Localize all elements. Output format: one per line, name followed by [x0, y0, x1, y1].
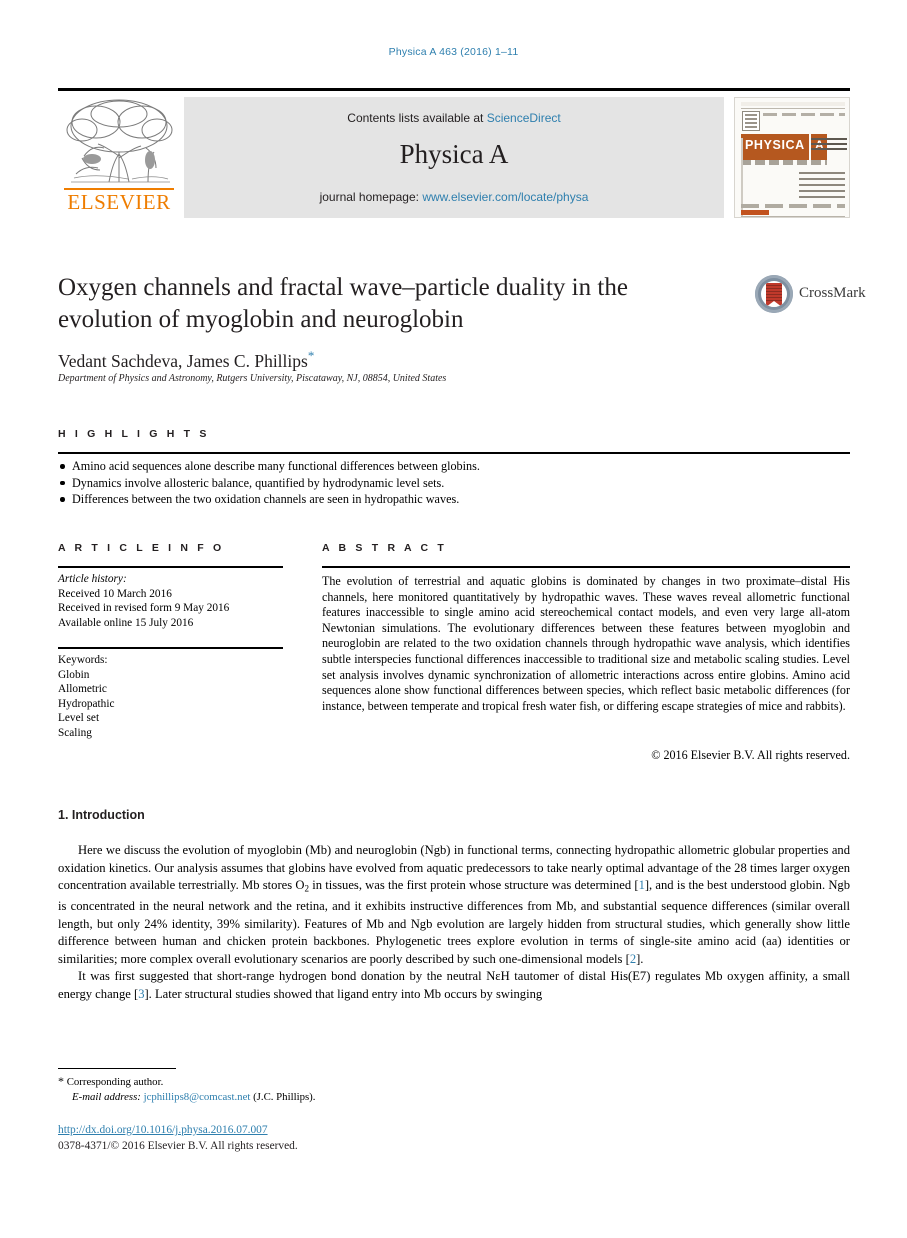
article-info-rule [58, 566, 283, 568]
footnote-rule [58, 1068, 176, 1070]
highlights-list: Amino acid sequences alone describe many… [58, 458, 758, 508]
history-revised: Received in revised form 9 May 2016 [58, 602, 230, 615]
keywords-block: Keywords: Globin Allometric Hydropathic … [58, 653, 293, 741]
authors-text: Vedant Sachdeva, James C. Phillips [58, 350, 308, 371]
paper-page: Physica A 463 (2016) 1–11 ELSEVIER Conte… [0, 0, 907, 1238]
keyword-item: Scaling [58, 726, 92, 739]
abstract-heading: A B S T R A C T [322, 542, 447, 554]
history-online: Available online 15 July 2016 [58, 616, 194, 629]
cover-elsevier-mini-icon [742, 111, 760, 131]
footnote-block: * Corresponding author. E-mail address: … [58, 1074, 578, 1105]
homepage-line: journal homepage: www.elsevier.com/locat… [184, 190, 724, 204]
cover-subtitle-lines [811, 138, 847, 150]
highlights-heading: H I G H L I G H T S [58, 428, 210, 440]
crossmark-circle-icon [755, 275, 793, 313]
cover-banner-underline [741, 160, 827, 165]
email-line: E-mail address: jcphillips8@comcast.net … [58, 1090, 578, 1105]
author-list: Vedant Sachdeva, James C. Phillips* [58, 348, 718, 372]
section-heading-introduction: 1. Introduction [58, 808, 145, 822]
list-item: Dynamics involve allosteric balance, qua… [58, 475, 758, 492]
cover-top-strip [741, 102, 845, 106]
doi-link[interactable]: http://dx.doi.org/10.1016/j.physa.2016.0… [58, 1124, 268, 1136]
article-info-heading: A R T I C L E I N F O [58, 542, 225, 554]
cover-title-text: PHYSICA [745, 138, 805, 152]
crossmark-notch [766, 301, 782, 307]
email-link[interactable]: jcphillips8@comcast.net [144, 1091, 251, 1103]
para1-part-b: in tissues, was the first protein whose … [308, 878, 639, 893]
email-label: E-mail address: [72, 1091, 141, 1103]
keyword-item: Allometric [58, 683, 107, 696]
abstract-text: The evolution of terrestrial and aquatic… [322, 574, 850, 713]
abstract-rule [322, 566, 850, 568]
cover-footer-lines [741, 204, 845, 208]
masthead-top-rule [58, 88, 850, 91]
para1-part-d: ]. [636, 951, 644, 966]
article-history: Article history: Received 10 March 2016 … [58, 572, 293, 630]
history-received: Received 10 March 2016 [58, 587, 172, 600]
crossmark-label: CrossMark [799, 285, 866, 301]
article-history-label: Article history: [58, 573, 127, 585]
cover-header-text [763, 113, 845, 116]
elsevier-wordmark: ELSEVIER [67, 190, 171, 214]
list-item: Differences between the two oxidation ch… [58, 491, 758, 508]
journal-homepage-link[interactable]: www.elsevier.com/locate/physa [422, 190, 588, 204]
introduction-body: Here we discuss the evolution of myoglob… [58, 842, 850, 1004]
running-head: Physica A 463 (2016) 1–11 [388, 46, 519, 58]
keyword-item: Hydropathic [58, 697, 115, 710]
highlights-rule [58, 452, 850, 454]
cover-title-banner: PHYSICA [741, 134, 809, 160]
homepage-prefix: journal homepage: [319, 190, 423, 204]
crossmark-book-icon [766, 283, 782, 301]
affiliation: Department of Physics and Astronomy, Rut… [58, 373, 447, 384]
paragraph: Here we discuss the evolution of myoglob… [58, 842, 850, 968]
para2-part-b: ]. Later structural studies showed that … [144, 987, 543, 1002]
keyword-item: Level set [58, 712, 100, 725]
contents-prefix: Contents lists available at [347, 111, 487, 125]
journal-cover-thumbnail[interactable]: PHYSICA A [734, 97, 850, 218]
corresponding-author-line: * Corresponding author. [58, 1074, 578, 1090]
cover-elsevier-footer-mark [741, 210, 769, 215]
abstract-copyright: © 2016 Elsevier B.V. All rights reserved… [651, 748, 850, 762]
cover-top-rule [741, 108, 845, 109]
keywords-rule [58, 647, 283, 649]
footnote-marker: * [58, 1074, 64, 1088]
crossmark-badge[interactable]: CrossMark [755, 275, 866, 315]
corresponding-author-text: Corresponding author. [66, 1076, 164, 1088]
contents-line: Contents lists available at ScienceDirec… [184, 111, 724, 125]
paragraph: It was first suggested that short-range … [58, 968, 850, 1003]
cover-footer-rule [741, 216, 845, 217]
page-title: Oxygen channels and fractal wave–particl… [58, 274, 628, 333]
list-item: Amino acid sequences alone describe many… [58, 458, 758, 475]
issn-copyright-line: 0378-4371/© 2016 Elsevier B.V. All right… [58, 1140, 298, 1152]
masthead-band: Contents lists available at ScienceDirec… [184, 97, 724, 218]
corresponding-author-marker[interactable]: * [308, 348, 315, 363]
email-owner: (J.C. Phillips). [253, 1091, 316, 1103]
elsevier-tree-icon [66, 99, 173, 183]
elsevier-logo: ELSEVIER [58, 94, 180, 218]
keyword-item: Globin [58, 668, 90, 681]
cover-body-lines [799, 172, 845, 202]
journal-masthead: ELSEVIER Contents lists available at Sci… [58, 88, 850, 218]
crossmark-inner-disc [761, 281, 787, 307]
keywords-label: Keywords: [58, 654, 108, 666]
journal-title: Physica A [399, 139, 509, 169]
sciencedirect-link[interactable]: ScienceDirect [487, 111, 561, 125]
